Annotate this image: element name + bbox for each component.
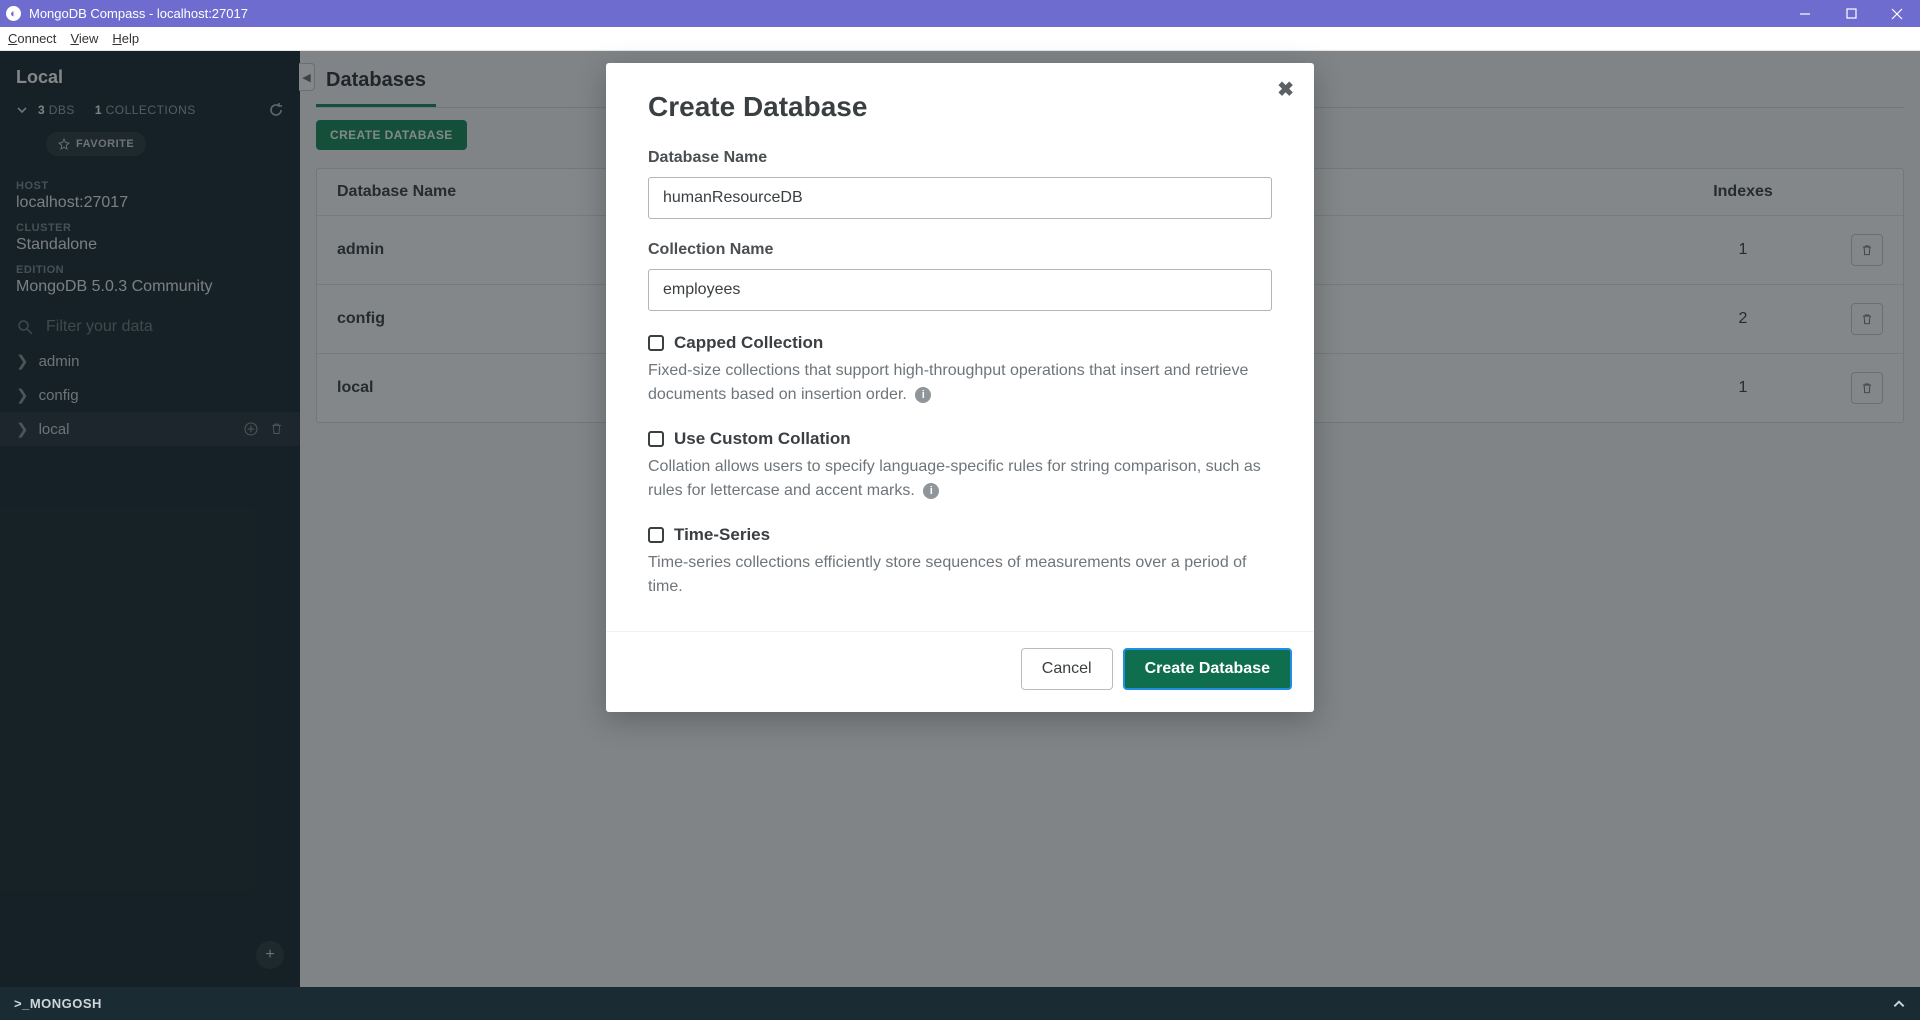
collection-name-input[interactable]: [648, 269, 1272, 311]
window-titlebar: ◐ MongoDB Compass - localhost:27017: [0, 0, 1920, 27]
db-name-label: Database Name: [648, 149, 1272, 167]
chevron-up-icon: [1892, 997, 1906, 1011]
timeseries-description: Time-series collections efficiently stor…: [648, 551, 1272, 599]
db-name-input[interactable]: [648, 177, 1272, 219]
capped-checkbox[interactable]: [648, 335, 664, 351]
collation-description: Collation allows users to specify langua…: [648, 455, 1272, 503]
info-icon[interactable]: i: [923, 483, 939, 499]
app-menubar: Connect View Help: [0, 27, 1920, 51]
window-title: MongoDB Compass - localhost:27017: [29, 6, 1782, 21]
menu-connect[interactable]: Connect: [8, 31, 56, 46]
window-maximize-button[interactable]: [1828, 0, 1874, 27]
mongosh-footer[interactable]: >_MONGOSH: [0, 987, 1920, 1020]
menu-view[interactable]: View: [70, 31, 98, 46]
collection-name-label: Collection Name: [648, 241, 1272, 259]
create-database-modal: ✖ Create Database Database Name Collecti…: [606, 63, 1314, 712]
window-minimize-button[interactable]: [1782, 0, 1828, 27]
timeseries-checkbox[interactable]: [648, 527, 664, 543]
cancel-button[interactable]: Cancel: [1021, 648, 1113, 690]
modal-title: Create Database: [648, 91, 1272, 123]
capped-description: Fixed-size collections that support high…: [648, 359, 1272, 407]
modal-backdrop[interactable]: ✖ Create Database Database Name Collecti…: [0, 51, 1920, 987]
window-close-button[interactable]: [1874, 0, 1920, 27]
create-database-submit-button[interactable]: Create Database: [1123, 648, 1292, 690]
collation-checkbox[interactable]: [648, 431, 664, 447]
menu-help[interactable]: Help: [112, 31, 139, 46]
info-icon[interactable]: i: [915, 387, 931, 403]
app-icon: ◐: [6, 6, 21, 21]
modal-close-button[interactable]: ✖: [1277, 77, 1294, 102]
